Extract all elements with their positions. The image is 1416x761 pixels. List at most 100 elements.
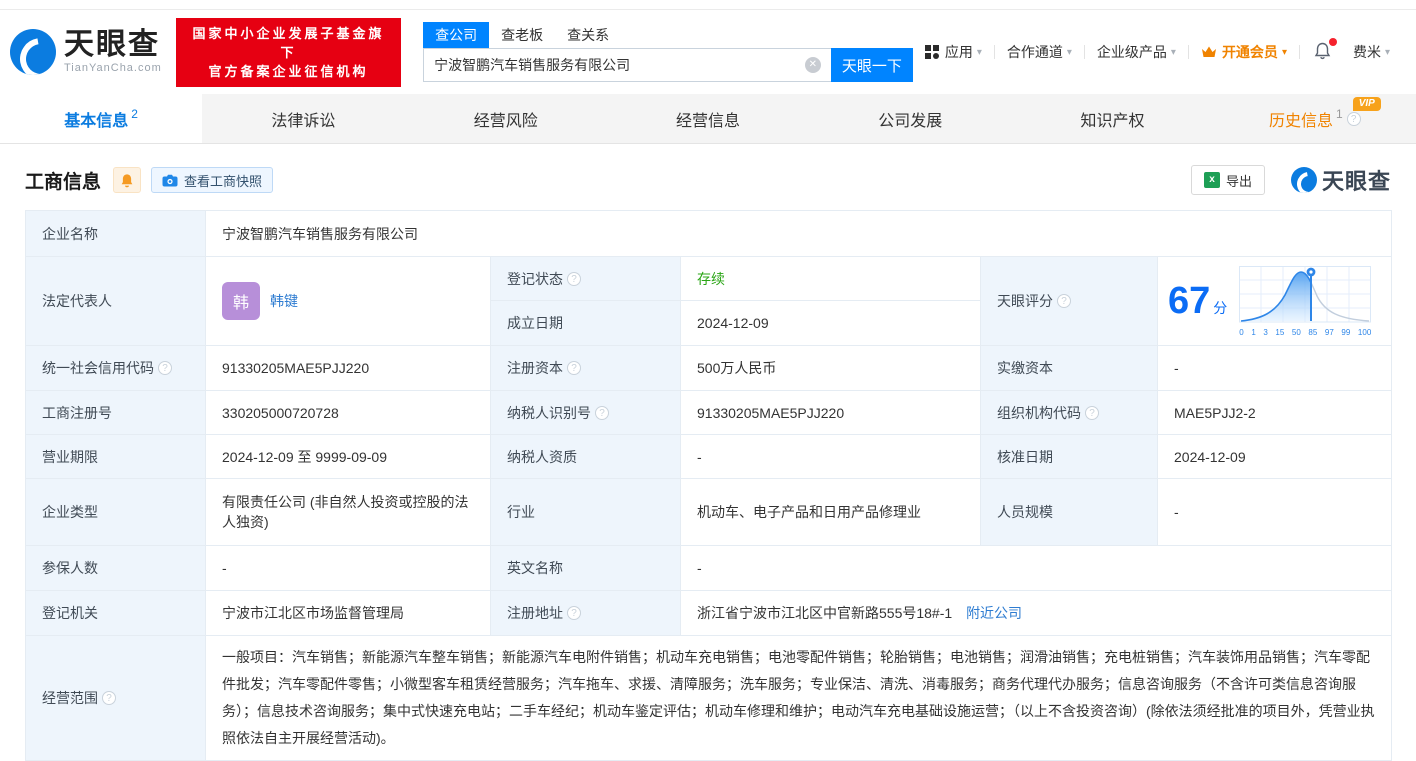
help-icon[interactable]: ? xyxy=(158,361,172,375)
table-row: 统一社会信用代码 ? 91330205MAE5PJJ220 注册资本 ? 500… xyxy=(25,345,1393,391)
org-code-value: MAE5PJJ2-2 xyxy=(1156,390,1393,435)
clear-search-icon[interactable]: ✕ xyxy=(804,57,821,73)
table-row: 参保人数 - 英文名称 - xyxy=(25,545,1393,591)
help-icon[interactable]: ? xyxy=(1346,111,1361,126)
field-label: 纳税人识别号 ? xyxy=(490,390,681,435)
search-tab-boss[interactable]: 查老板 xyxy=(489,22,555,48)
insured-count-value: - xyxy=(205,545,491,591)
tab-business-risk[interactable]: 经营风险 xyxy=(405,94,607,143)
tab-label: 经营信息 xyxy=(675,112,740,130)
credit-code-value: 91330205MAE5PJJ220 xyxy=(205,345,491,391)
field-label: 登记状态 ? xyxy=(490,256,681,301)
view-business-snapshot-button[interactable]: 查看工商快照 xyxy=(151,167,274,193)
tab-label: 公司发展 xyxy=(878,112,943,130)
business-info-table: 企业名称 宁波智鹏汽车销售服务有限公司 法定代表人 韩 韩键 登记状态 ? 存续… xyxy=(25,210,1393,761)
search-submit-button[interactable]: 天眼一下 xyxy=(830,48,913,82)
nav-enterprise-label: 企业级产品 xyxy=(1096,44,1167,60)
tab-label: 基本信息 xyxy=(64,112,129,130)
tab-label: 历史信息 xyxy=(1268,112,1333,130)
tianyancha-logo-icon xyxy=(10,29,56,75)
field-label: 注册资本 ? xyxy=(490,345,681,391)
tab-label: 知识产权 xyxy=(1080,112,1145,130)
tab-business-info[interactable]: 经营信息 xyxy=(607,94,809,143)
field-label: 登记机关 xyxy=(25,590,206,636)
reg-address-value: 浙江省宁波市江北区中官新路555号18#-1 xyxy=(697,605,953,621)
nav-apps-label: 应用 xyxy=(944,44,973,60)
tab-count: 1 xyxy=(1335,106,1343,121)
tab-intellectual-property[interactable]: 知识产权 xyxy=(1011,94,1213,143)
field-label: 人员规模 xyxy=(980,478,1158,546)
table-row: 企业名称 宁波智鹏汽车销售服务有限公司 xyxy=(25,210,1393,257)
chevron-down-icon: ▾ xyxy=(1066,46,1072,58)
help-icon[interactable]: ? xyxy=(1057,294,1071,308)
nearby-companies-link[interactable]: 附近公司 xyxy=(966,605,1022,621)
field-label: 经营范围 ? xyxy=(25,635,206,761)
business-scope-value: 一般项目：汽车销售；新能源汽车整车销售；新能源汽车电附件销售；机动车充电销售；电… xyxy=(204,635,1393,761)
tab-legal-litigation[interactable]: 法律诉讼 xyxy=(202,94,404,143)
field-label: 英文名称 xyxy=(490,545,681,591)
site-logo[interactable]: 天眼查 TianYanCha.com xyxy=(10,29,162,75)
crown-icon xyxy=(1201,45,1217,59)
business-term-value: 2024-12-09 至 9999-09-09 xyxy=(205,434,491,479)
notifications-button[interactable] xyxy=(1300,37,1341,63)
paid-capital-value: - xyxy=(1156,345,1393,391)
company-type-value: 有限责任公司 (非自然人投资或控股的法人独资) xyxy=(205,478,491,546)
legal-rep-link[interactable]: 韩键 xyxy=(270,291,298,311)
legal-rep-avatar[interactable]: 韩 xyxy=(222,282,260,320)
export-button[interactable]: x 导出 xyxy=(1190,165,1265,195)
watermark-text: 天眼查 xyxy=(1321,169,1391,194)
tab-count: 2 xyxy=(131,106,138,121)
help-icon[interactable]: ? xyxy=(567,606,581,620)
reg-capital-value: 500万人民币 xyxy=(680,345,981,391)
section-title: 工商信息 xyxy=(25,171,102,193)
badge-line2: 官方备案企业征信机构 xyxy=(208,63,369,79)
search-tab-relation[interactable]: 查关系 xyxy=(555,22,621,48)
nav-partner-channel[interactable]: 合作通道 ▾ xyxy=(995,42,1084,62)
tab-history-info[interactable]: VIP 历史信息 1 ? xyxy=(1214,94,1416,143)
help-icon[interactable]: ? xyxy=(567,361,581,375)
tab-basic-info[interactable]: 基本信息 2 xyxy=(0,94,203,143)
nav-open-vip[interactable]: 开通会员 ▾ xyxy=(1189,42,1299,62)
field-label: 天眼评分 ? xyxy=(980,256,1158,346)
score-unit: 分 xyxy=(1213,300,1228,316)
nav-enterprise-products[interactable]: 企业级产品 ▾ xyxy=(1085,42,1188,62)
field-label: 核准日期 xyxy=(980,434,1158,479)
tab-company-development[interactable]: 公司发展 xyxy=(809,94,1011,143)
nav-apps[interactable]: 应用 ▾ xyxy=(913,42,994,62)
company-name-value: 宁波智鹏汽车销售服务有限公司 xyxy=(204,210,1393,257)
help-icon[interactable]: ? xyxy=(567,271,581,286)
tianyancha-watermark: 天眼查 xyxy=(1290,164,1391,196)
subscribe-bell-button[interactable] xyxy=(113,167,142,193)
snapshot-label: 查看工商快照 xyxy=(184,173,263,189)
search-input[interactable] xyxy=(423,48,831,82)
field-label: 行业 xyxy=(490,478,681,546)
brand-domain: TianYanCha.com xyxy=(64,62,162,74)
reg-number-value: 330205000720728 xyxy=(205,390,491,435)
approval-date-value: 2024-12-09 xyxy=(1156,434,1393,479)
notification-dot xyxy=(1328,37,1337,46)
username: 费米 xyxy=(1352,44,1381,60)
help-icon[interactable]: ? xyxy=(1085,405,1099,420)
field-label: 实缴资本 xyxy=(980,345,1158,391)
score-value: 67 xyxy=(1168,280,1211,322)
reg-status-value: 存续 xyxy=(680,256,981,301)
field-label: 营业期限 xyxy=(25,434,206,479)
search-tab-company[interactable]: 查公司 xyxy=(423,22,490,48)
help-icon[interactable]: ? xyxy=(102,691,116,705)
gov-certification-badge: 国家中小企业发展子基金旗下 官方备案企业征信机构 xyxy=(175,17,402,87)
reg-address-cell: 浙江省宁波市江北区中官新路555号18#-1 附近公司 xyxy=(679,590,1393,636)
field-label: 统一社会信用代码 ? xyxy=(25,345,206,391)
company-detail-tabs: 基本信息 2 法律诉讼 经营风险 经营信息 公司发展 知识产权 VIP 历史信息… xyxy=(0,94,1416,144)
help-icon[interactable]: ? xyxy=(595,405,609,420)
top-nav: 应用 ▾ 合作通道 ▾ 企业级产品 ▾ 开通会员 ▾ 费米 ▾ xyxy=(913,37,1402,63)
search-tabs: 查公司 查老板 查关系 xyxy=(423,22,913,48)
chevron-down-icon: ▾ xyxy=(1384,46,1390,58)
nav-user-menu[interactable]: 费米 ▾ xyxy=(1341,42,1402,62)
table-row: 法定代表人 韩 韩键 登记状态 ? 存续 天眼评分 ? 67 分 0 1 3 1… xyxy=(25,256,1393,346)
reg-authority-value: 宁波市江北区市场监督管理局 xyxy=(205,590,491,636)
field-label: 法定代表人 xyxy=(25,256,206,346)
table-row: 企业类型 有限责任公司 (非自然人投资或控股的法人独资) 行业 机动车、电子产品… xyxy=(25,478,1393,546)
field-label: 纳税人资质 xyxy=(490,434,681,479)
chevron-down-icon: ▾ xyxy=(976,46,982,58)
taxpayer-qual-value: - xyxy=(680,434,981,479)
